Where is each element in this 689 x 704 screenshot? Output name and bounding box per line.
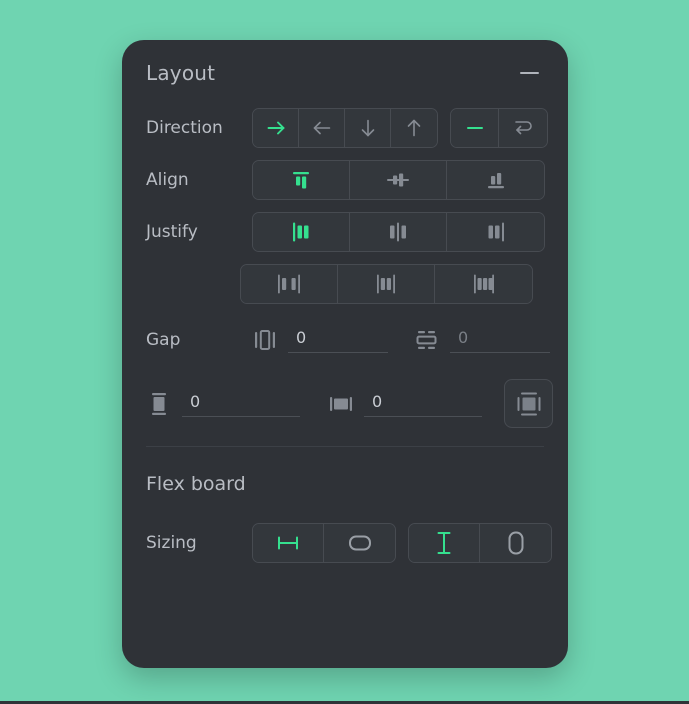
height-hug-icon bbox=[504, 528, 528, 558]
padding-horizontal-icon bbox=[328, 391, 354, 417]
gap-row: Gap bbox=[122, 326, 568, 353]
gap-horizontal-input[interactable] bbox=[288, 326, 388, 353]
padding-individual-icon bbox=[515, 390, 543, 418]
direction-segmented-control bbox=[252, 108, 438, 148]
direction-option-column[interactable] bbox=[345, 109, 391, 147]
minus-icon-bar bbox=[519, 72, 539, 74]
gap-horizontal-field bbox=[252, 326, 388, 353]
justify-space-evenly-icon bbox=[467, 271, 501, 297]
height-option-fixed[interactable] bbox=[409, 524, 480, 562]
justify-start-icon bbox=[286, 219, 316, 245]
width-sizing-segmented-control bbox=[252, 523, 396, 563]
justify-end-icon bbox=[481, 219, 511, 245]
justify-label: Justify bbox=[146, 222, 198, 242]
direction-option-column-reverse[interactable] bbox=[391, 109, 437, 147]
width-option-hug[interactable] bbox=[324, 524, 395, 562]
padding-individual-button[interactable] bbox=[504, 379, 553, 428]
justify-segmented-control-secondary bbox=[240, 264, 533, 304]
align-option-end[interactable] bbox=[447, 161, 544, 199]
width-option-fixed[interactable] bbox=[253, 524, 324, 562]
direction-label: Direction bbox=[146, 118, 223, 138]
flex-board-title: Flex board bbox=[146, 473, 246, 495]
justify-option-center[interactable] bbox=[350, 213, 447, 251]
direction-row: Direction bbox=[122, 108, 568, 148]
padding-vertical-input[interactable] bbox=[182, 390, 300, 417]
justify-segmented-control-primary bbox=[252, 212, 545, 252]
height-sizing-segmented-control bbox=[408, 523, 552, 563]
align-top-icon bbox=[287, 168, 315, 192]
justify-option-space-around[interactable] bbox=[338, 265, 435, 303]
justify-option-end[interactable] bbox=[447, 213, 544, 251]
justify-option-start[interactable] bbox=[253, 213, 350, 251]
arrow-left-icon bbox=[311, 117, 333, 139]
gap-horizontal-icon bbox=[252, 327, 278, 353]
sizing-row: Sizing bbox=[122, 523, 568, 563]
align-bottom-icon bbox=[482, 168, 510, 192]
direction-option-row-reverse[interactable] bbox=[299, 109, 345, 147]
height-option-hug[interactable] bbox=[480, 524, 551, 562]
width-fixed-icon bbox=[272, 531, 304, 555]
minus-icon[interactable] bbox=[516, 60, 542, 86]
width-hug-icon bbox=[344, 531, 376, 555]
arrow-right-icon bbox=[265, 117, 287, 139]
align-option-start[interactable] bbox=[253, 161, 350, 199]
page-title: Layout bbox=[146, 61, 216, 85]
padding-horizontal-field bbox=[328, 390, 482, 417]
gap-label: Gap bbox=[146, 329, 181, 350]
justify-space-between-icon bbox=[272, 271, 306, 297]
layout-panel: Layout Direction Align Justify Gap 0 0 0… bbox=[122, 40, 568, 668]
direction-option-row[interactable] bbox=[253, 109, 299, 147]
arrow-up-icon bbox=[403, 117, 425, 139]
padding-vertical-icon bbox=[146, 391, 172, 417]
justify-row: Justify bbox=[122, 212, 568, 252]
padding-row bbox=[122, 379, 568, 428]
padding-vertical-field bbox=[146, 390, 300, 417]
panel-header: Layout bbox=[122, 40, 568, 106]
wrap-option-nowrap[interactable] bbox=[451, 109, 499, 147]
justify-row-secondary bbox=[240, 264, 568, 304]
gap-vertical-input[interactable] bbox=[450, 326, 550, 353]
align-option-center[interactable] bbox=[350, 161, 447, 199]
height-fixed-icon bbox=[432, 528, 456, 558]
align-segmented-control bbox=[252, 160, 545, 200]
align-row: Align bbox=[122, 160, 568, 200]
gap-vertical-icon bbox=[414, 327, 440, 353]
sizing-label: Sizing bbox=[146, 533, 197, 553]
dash-icon bbox=[464, 117, 486, 139]
justify-option-space-evenly[interactable] bbox=[435, 265, 532, 303]
wrap-option-wrap[interactable] bbox=[499, 109, 547, 147]
wrap-loop-icon bbox=[511, 116, 535, 140]
arrow-down-icon bbox=[357, 117, 379, 139]
justify-option-space-between[interactable] bbox=[241, 265, 338, 303]
justify-center-icon bbox=[383, 219, 413, 245]
padding-horizontal-input[interactable] bbox=[364, 390, 482, 417]
align-middle-icon bbox=[383, 168, 413, 192]
justify-space-around-icon bbox=[369, 271, 403, 297]
align-label: Align bbox=[146, 170, 189, 190]
gap-vertical-field bbox=[414, 326, 550, 353]
wrap-segmented-control bbox=[450, 108, 548, 148]
